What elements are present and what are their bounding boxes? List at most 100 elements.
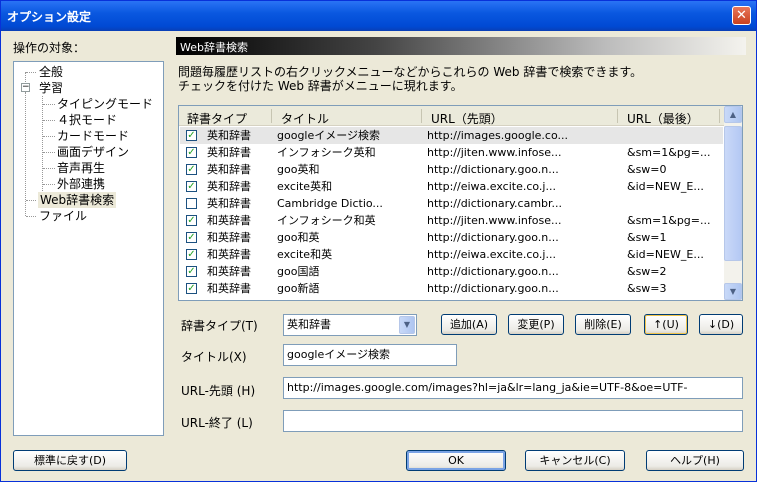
tree-item-screen-design[interactable]: 画面デザイン	[57, 144, 129, 160]
checkbox-checked-icon[interactable]: ✓	[186, 266, 197, 277]
column-header-type[interactable]: 辞書タイプ	[179, 106, 273, 126]
row-type: 和英辞書	[207, 231, 251, 244]
target-label: 操作の対象：	[13, 41, 86, 55]
column-header-title[interactable]: タイトル	[273, 106, 423, 126]
row-url-start: http://jiten.www.infose...	[427, 214, 562, 227]
row-url-start: http://dictionary.goo.n...	[427, 163, 559, 176]
tree-item-typing-mode[interactable]: タイピングモード	[57, 96, 153, 112]
row-title: googleイメージ検索	[277, 129, 381, 142]
table-row[interactable]: ✓ 和英辞書 goo国語 http://dictionary.goo.n... &sw=…	[180, 263, 723, 280]
close-button[interactable]: ✕	[732, 6, 751, 25]
row-url-start: http://dictionary.goo.n...	[427, 265, 559, 278]
section-title: Web辞書検索	[180, 41, 248, 54]
window-title: オプション設定	[7, 10, 92, 24]
table-row[interactable]: ✓ 和英辞書 インフォシーク和英 http://jiten.www.infose...…	[180, 212, 723, 229]
row-type: 英和辞書	[207, 180, 251, 193]
vertical-scrollbar[interactable]: ▲ ▼	[724, 106, 742, 300]
dict-type-select[interactable]: 英和辞書 ▼	[283, 314, 417, 336]
row-title: goo和英	[277, 231, 320, 244]
scroll-down-icon[interactable]: ▼	[724, 283, 742, 300]
title-bar[interactable]: オプション設定 ✕	[1, 1, 756, 31]
table-row[interactable]: ✓ 和英辞書 excite和英 http://eiwa.excite.co.j... &…	[180, 246, 723, 263]
table-row[interactable]: ✓ 英和辞書 googleイメージ検索 http://images.google.co…	[180, 127, 723, 144]
column-header-url-start[interactable]: URL（先頭）	[423, 106, 619, 126]
url-end-label: URL-終了 (L)	[181, 416, 253, 430]
row-url-end: &id=NEW_E...	[627, 180, 704, 193]
row-type: 英和辞書	[207, 163, 251, 176]
url-start-field[interactable]: http://images.google.com/images?hl=ja&lr…	[283, 377, 743, 399]
description: 問題毎履歴リストの右クリックメニューなどからこれらの Web 辞書で検索できます…	[178, 65, 748, 93]
table-row[interactable]: 英和辞書 Cambridge Dictio... http://dictionary…	[180, 195, 723, 212]
table-row[interactable]: ✓ 英和辞書 インフォシーク英和 http://jiten.www.infose...…	[180, 144, 723, 161]
row-type: 和英辞書	[207, 282, 251, 295]
checkbox-checked-icon[interactable]: ✓	[186, 181, 197, 192]
row-url-start: http://eiwa.excite.co.j...	[427, 180, 556, 193]
row-url-start: http://dictionary.goo.n...	[427, 231, 559, 244]
description-line-1: 問題毎履歴リストの右クリックメニューなどからこれらの Web 辞書で検索できます…	[178, 65, 643, 79]
row-url-end: &sw=3	[627, 282, 667, 295]
reset-defaults-button[interactable]: 標準に戻す(D)	[13, 450, 127, 471]
section-header: Web辞書検索	[176, 37, 746, 55]
collapse-icon[interactable]: −	[21, 83, 30, 92]
row-title: goo新語	[277, 282, 320, 295]
row-title: インフォシーク和英	[277, 214, 376, 227]
dictionary-list[interactable]: 辞書タイプ タイトル URL（先頭） URL（最後） ✓ 英和辞書 googleイメ…	[178, 105, 743, 301]
checkbox-checked-icon[interactable]: ✓	[186, 164, 197, 175]
row-type: 和英辞書	[207, 214, 251, 227]
title-field[interactable]: googleイメージ検索	[283, 344, 457, 366]
tree-item-card-mode[interactable]: カードモード	[57, 128, 129, 144]
row-type: 英和辞書	[207, 146, 251, 159]
checkbox-checked-icon[interactable]: ✓	[186, 232, 197, 243]
table-row[interactable]: ✓ 和英辞書 goo和英 http://dictionary.goo.n... &sw=…	[180, 229, 723, 246]
dict-type-label: 辞書タイプ(T)	[181, 319, 258, 333]
options-dialog: オプション設定 ✕ 操作の対象： − 全般 学習 タイピングモード ４択モード …	[0, 0, 757, 482]
column-header-type-label: 辞書タイプ	[187, 112, 248, 126]
table-row[interactable]: ✓ 英和辞書 goo英和 http://dictionary.goo.n... &sw=…	[180, 161, 723, 178]
row-url-start: http://jiten.www.infose...	[427, 146, 562, 159]
row-url-end: &sw=0	[627, 163, 667, 176]
row-url-start: http://eiwa.excite.co.j...	[427, 248, 556, 261]
move-down-button[interactable]: ↓(D)	[699, 314, 743, 335]
url-end-field[interactable]	[283, 410, 743, 432]
tree-item-audio[interactable]: 音声再生	[57, 160, 105, 176]
cancel-button[interactable]: キャンセル(C)	[525, 450, 625, 471]
scroll-up-icon[interactable]: ▲	[724, 106, 742, 123]
chevron-down-icon[interactable]: ▼	[399, 316, 415, 334]
checkbox-unchecked-icon[interactable]	[186, 198, 197, 209]
delete-button[interactable]: 削除(E)	[575, 314, 631, 335]
checkbox-checked-icon[interactable]: ✓	[186, 283, 197, 294]
row-url-start: http://dictionary.goo.n...	[427, 282, 559, 295]
row-title: goo国語	[277, 265, 320, 278]
tree-item-external[interactable]: 外部連携	[57, 176, 105, 192]
category-tree[interactable]: − 全般 学習 タイピングモード ４択モード カードモード 画面デザイン 音声再…	[13, 61, 164, 436]
move-up-button[interactable]: ↑(U)	[644, 314, 688, 335]
table-row[interactable]: ✓ 英和辞書 excite英和 http://eiwa.excite.co.j... &…	[180, 178, 723, 195]
tree-item-general[interactable]: 全般	[39, 64, 63, 80]
row-type: 和英辞書	[207, 248, 251, 261]
column-header-url-end[interactable]: URL（最後）	[619, 106, 724, 126]
tree-item-file[interactable]: ファイル	[39, 208, 87, 224]
row-title: excite和英	[277, 248, 333, 261]
help-button[interactable]: ヘルプ(H)	[646, 450, 744, 471]
table-row[interactable]: ✓ 和英辞書 goo新語 http://dictionary.goo.n... &sw=…	[180, 280, 723, 297]
row-type: 英和辞書	[207, 129, 251, 142]
checkbox-checked-icon[interactable]: ✓	[186, 249, 197, 260]
dict-type-value: 英和辞書	[287, 318, 331, 331]
description-line-2: チェックを付けた Web 辞書がメニューに現れます。	[178, 79, 463, 93]
checkbox-checked-icon[interactable]: ✓	[186, 147, 197, 158]
checkbox-checked-icon[interactable]: ✓	[186, 215, 197, 226]
tree-item-learning[interactable]: 学習	[39, 80, 63, 96]
row-url-end: &sm=1&pg=...	[627, 214, 711, 227]
row-url-end: &sw=2	[627, 265, 667, 278]
add-button[interactable]: 追加(A)	[441, 314, 497, 335]
scroll-thumb[interactable]	[724, 126, 742, 261]
ok-button[interactable]: OK	[406, 450, 506, 471]
row-url-end: &id=NEW_E...	[627, 248, 704, 261]
checkbox-checked-icon[interactable]: ✓	[186, 130, 197, 141]
row-title: Cambridge Dictio...	[277, 197, 383, 210]
edit-button[interactable]: 変更(P)	[508, 314, 564, 335]
tree-item-web-dictionary[interactable]: Web辞書検索	[38, 192, 117, 208]
tree-item-choice-mode[interactable]: ４択モード	[57, 112, 117, 128]
row-url-end: &sw=1	[627, 231, 667, 244]
row-url-start: http://images.google.co...	[427, 129, 569, 142]
